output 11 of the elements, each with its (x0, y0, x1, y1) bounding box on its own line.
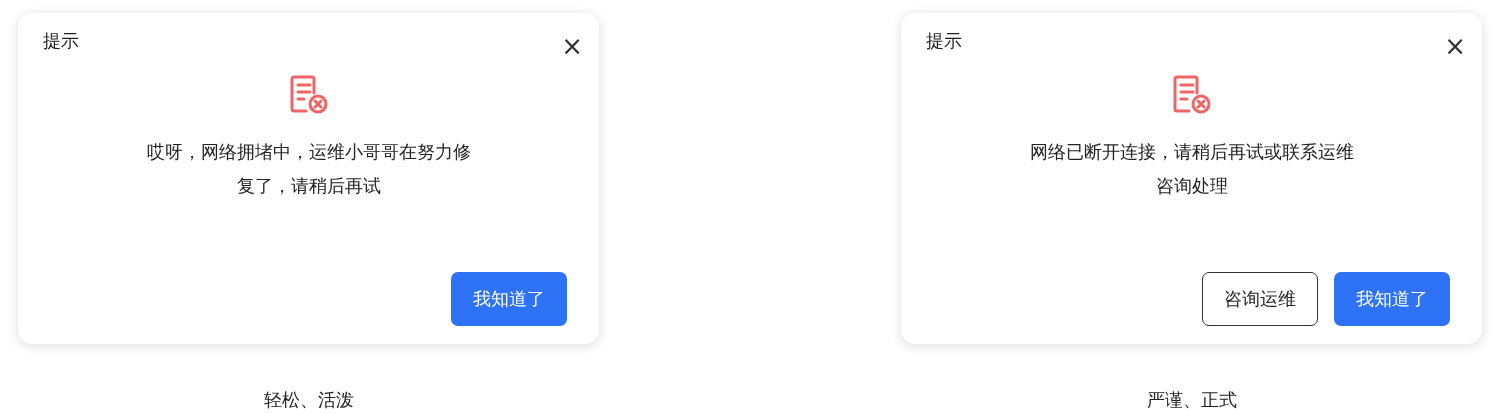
caption: 轻松、活泼 (263, 388, 354, 412)
contact-button[interactable]: 咨询运维 (1202, 272, 1318, 326)
confirm-button[interactable]: 我知道了 (451, 272, 567, 326)
dialog-title: 提示 (926, 29, 962, 53)
message-text: 网络已断开连接，请稍后再试或联系运维 咨询处理 (1029, 140, 1354, 198)
document-error-icon (1171, 75, 1212, 115)
message-text: 哎呀，网络拥堵中，运维小哥哥在努力修 复了，请稍后再试 (146, 140, 471, 198)
document-error-icon (288, 75, 329, 115)
dialog-title: 提示 (43, 29, 79, 53)
caption: 严谨、正式 (1146, 388, 1237, 412)
confirm-button[interactable]: 我知道了 (1334, 272, 1450, 326)
